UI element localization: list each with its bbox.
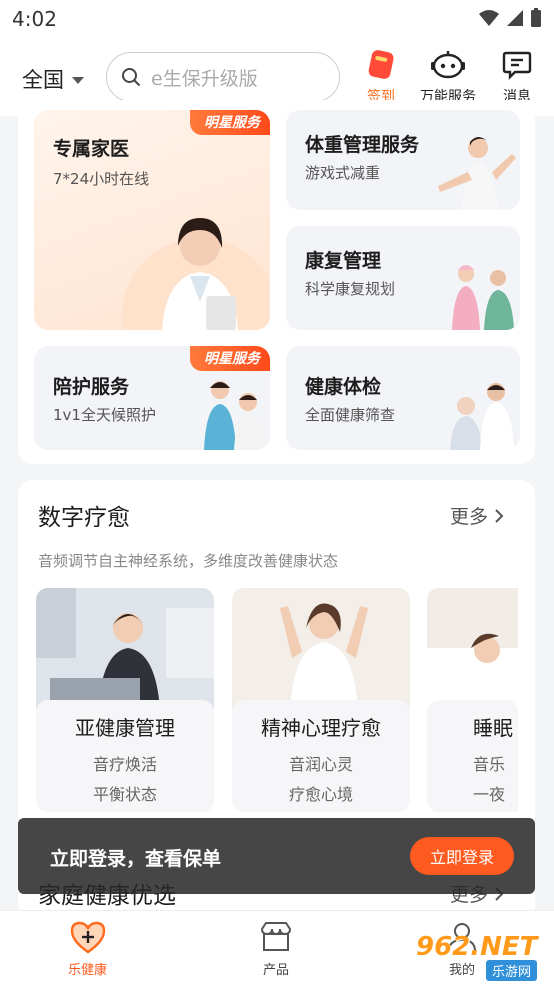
robot-icon [431,51,465,79]
tab-health[interactable]: 乐健康 [68,919,107,978]
service-escort[interactable]: 明星服务 陪护服务 1v1全天候照护 [34,346,270,450]
caret-down-icon [72,77,84,84]
healing-item-panel: 睡眠 音乐 一夜 [427,700,518,812]
star-service-badge: 明星服务 [190,110,270,135]
tab-label: 乐健康 [68,963,108,978]
healing-item-line2: 一夜 [473,785,506,804]
healing-item-panel: 精神心理疗愈 音润心灵 疗愈心境 [232,700,410,812]
region-label: 全国 [22,68,64,92]
healing-item-line1: 音润心灵 [288,755,353,774]
login-toast: 立即登录，查看保单 立即登录 [18,818,535,894]
search-bar[interactable]: e生保升级版 [106,52,340,102]
service-checkup[interactable]: 健康体检 全面健康筛查 [286,346,520,450]
status-bar: 4:02 [0,0,554,40]
region-selector[interactable]: 全国 [22,64,84,94]
service-title: 体重管理服务 [305,134,420,156]
service-title: 陪护服务 [53,376,130,398]
signal-icon [507,10,523,26]
chevron-right-icon [495,508,504,523]
service-weight[interactable]: 体重管理服务 游戏式减重 [286,110,520,210]
more-label: 更多 [450,506,489,528]
doctor-illustration [122,218,270,330]
relaxed-woman-photo [232,588,410,710]
checkin-icon [368,50,394,79]
service-subtitle: 游戏式减重 [305,164,381,182]
office-woman-photo [36,588,214,710]
service-subtitle: 科学康复规划 [305,280,396,298]
healing-item-title: 睡眠 [473,716,513,740]
wifi-icon [479,10,499,26]
healing-item-panel: 亚健康管理 音疗焕活 平衡状态 [36,700,214,812]
healing-item-subhealth[interactable]: 亚健康管理 音疗焕活 平衡状态 [36,588,214,812]
login-toast-text: 立即登录，查看保单 [50,848,222,870]
battery-icon [531,8,541,27]
message-icon [502,51,532,80]
watermark-text: 962.NET [416,932,538,962]
checkin-button[interactable]: 签到 [364,48,398,106]
tab-products[interactable]: 产品 [258,919,294,978]
caregiver-illustration [204,381,264,450]
message-button[interactable]: 消息 [502,48,532,106]
healing-item-title: 精神心理疗愈 [261,716,381,740]
service-rehab[interactable]: 康复管理 科学康复规划 [286,226,520,330]
search-icon [122,68,141,87]
section-description: 音频调节自主神经系统，多维度改善健康状态 [38,552,339,570]
heart-plus-icon [70,921,105,954]
healing-item-title: 亚健康管理 [75,716,175,740]
site-watermark: 962.NET 乐游网 [412,930,552,981]
fitness-woman-illustration [438,137,516,210]
digital-healing-more-link[interactable]: 更多 [450,502,504,529]
sleeping-woman-photo [427,588,518,710]
status-time: 4:02 [12,7,57,31]
watermark-sub: 乐游网 [486,960,538,981]
section-title: 数字疗愈 [38,505,130,531]
healing-item-mental[interactable]: 精神心理疗愈 音润心灵 疗愈心境 [232,588,410,812]
service-title: 健康体检 [305,376,382,398]
service-title: 康复管理 [305,250,382,272]
search-placeholder: e生保升级版 [151,67,258,90]
healing-item-line2: 疗愈心境 [288,785,353,804]
tab-label: 产品 [262,963,289,978]
rehab-nurse-illustration [452,265,514,330]
healing-item-line1: 音乐 [473,755,506,774]
healing-item-line2: 平衡状态 [92,785,157,804]
service-family-doctor[interactable]: 明星服务 专属家医 7*24小时在线 [34,110,270,330]
service-title: 专属家医 [53,138,130,160]
universal-service-button[interactable]: 万能服务 [420,48,476,106]
store-icon [260,922,292,951]
healing-item-sleep[interactable]: 睡眠 音乐 一夜 [427,588,518,812]
login-button[interactable]: 立即登录 [410,837,514,875]
star-service-badge: 明星服务 [190,346,270,371]
service-subtitle: 7*24小时在线 [53,170,150,188]
checkup-doctor-illustration [450,383,514,450]
service-subtitle: 1v1全天候照护 [53,406,156,424]
status-icons [478,8,542,28]
service-subtitle: 全面健康筛查 [305,406,396,424]
healing-item-line1: 音疗焕活 [92,755,157,774]
